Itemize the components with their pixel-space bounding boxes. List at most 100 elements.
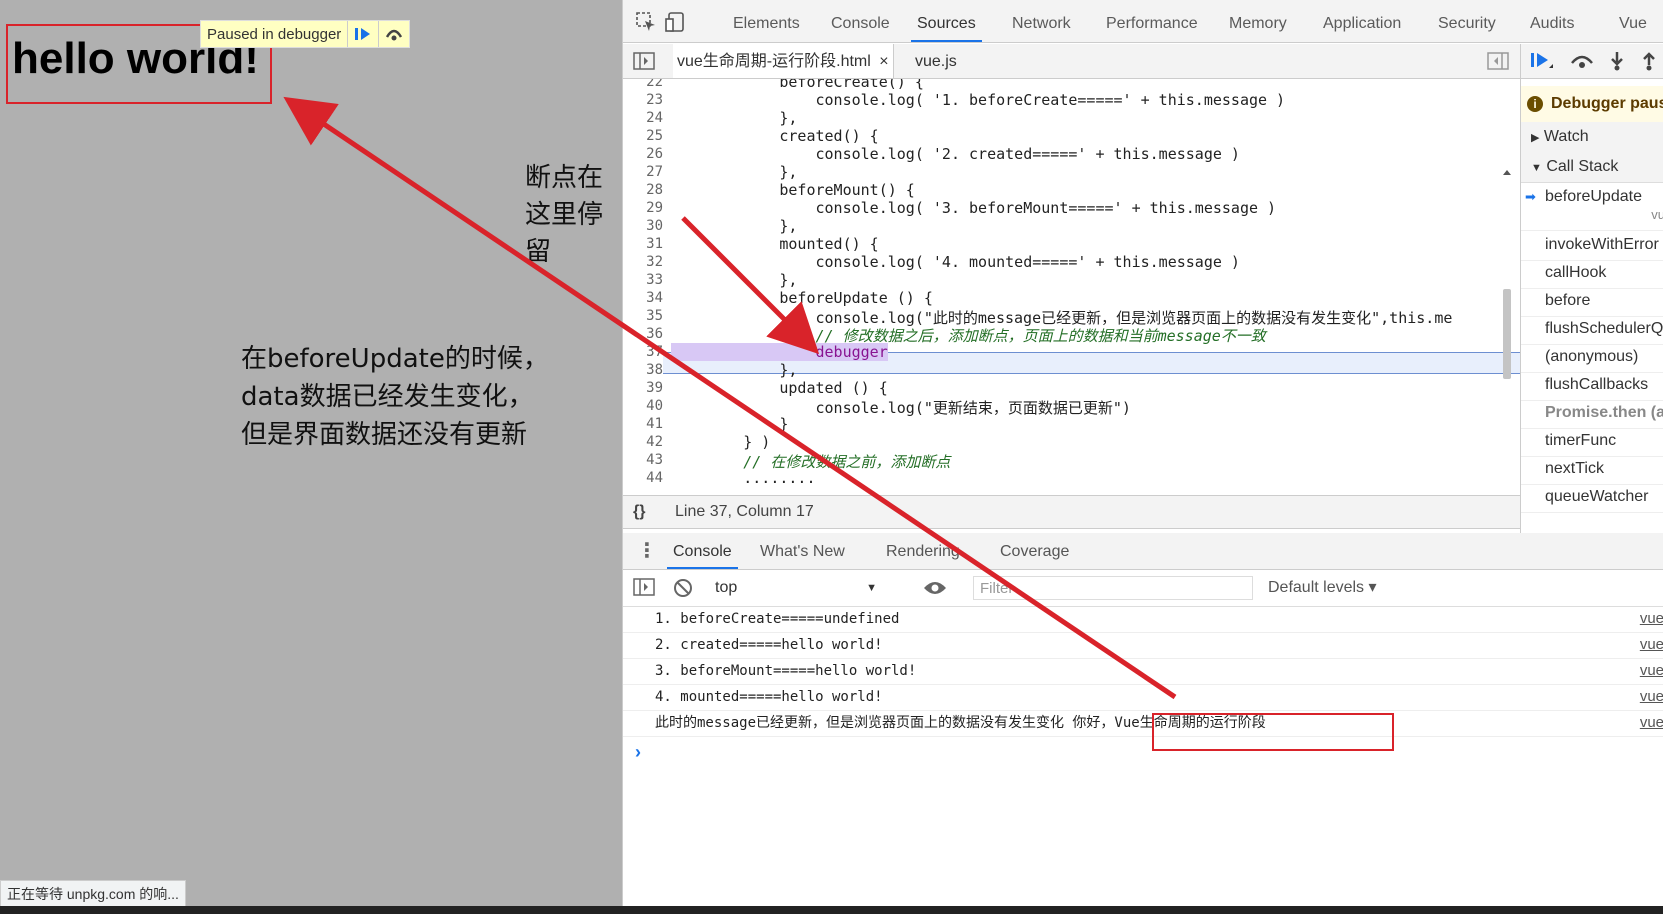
resume-button[interactable]	[347, 21, 378, 47]
line-number[interactable]: 43	[623, 452, 663, 468]
device-toolbar-icon[interactable]	[665, 11, 687, 33]
line-number[interactable]: 28	[623, 182, 663, 198]
line-number[interactable]: 40	[623, 398, 663, 414]
step-into-icon[interactable]	[1607, 51, 1627, 71]
line-number[interactable]: 39	[623, 380, 663, 396]
call-stack-frame[interactable]: timerFunc	[1521, 426, 1663, 457]
console-message-text: 2. created=====hello world!	[655, 637, 883, 653]
default-levels-dropdown[interactable]: Default levels ▾	[1268, 576, 1377, 600]
chevron-down-icon: ▼	[1531, 162, 1542, 174]
line-number[interactable]: 26	[623, 146, 663, 162]
console-source-link[interactable]: vue	[1640, 710, 1663, 736]
taskbar-strip	[0, 906, 1663, 914]
file-tab-vuejs[interactable]: vue.js	[915, 44, 957, 78]
tab-audits[interactable]: Audits	[1530, 0, 1574, 42]
console-source-link[interactable]: vue	[1640, 632, 1663, 658]
watch-section-header[interactable]: ▶ Watch	[1521, 122, 1663, 153]
tab-memory[interactable]: Memory	[1229, 0, 1287, 42]
toggle-debugger-icon[interactable]	[1487, 52, 1509, 70]
annotation-beforeupdate-note: 在beforeUpdate的时候， data数据已经发生变化， 但是界面数据还没…	[241, 340, 549, 454]
drawer-tab-coverage[interactable]: Coverage	[1000, 533, 1069, 569]
line-number[interactable]: 22	[623, 79, 663, 90]
frame-name: nextTick	[1545, 460, 1604, 477]
frame-name: beforeUpdate	[1545, 188, 1642, 205]
drawer-tab-console[interactable]: Console	[667, 533, 738, 569]
tab-elements[interactable]: Elements	[733, 0, 800, 42]
line-number[interactable]: 23	[623, 92, 663, 108]
line-number[interactable]: 42	[623, 434, 663, 450]
file-tab-html[interactable]: vue生命周期-运行阶段.html ×	[673, 44, 894, 78]
call-stack-frame[interactable]: before	[1521, 286, 1663, 317]
line-number[interactable]: 34	[623, 290, 663, 306]
line-number[interactable]: 30	[623, 218, 663, 234]
line-number[interactable]: 24	[623, 110, 663, 126]
live-expression-eye-icon[interactable]	[923, 580, 947, 596]
show-sidebar-icon[interactable]	[633, 578, 655, 596]
tab-console[interactable]: Console	[831, 0, 890, 42]
frame-name: flushCallbacks	[1545, 376, 1649, 393]
line-number[interactable]: 35	[623, 308, 663, 324]
line-number[interactable]: 25	[623, 128, 663, 144]
line-number[interactable]: 44	[623, 470, 663, 486]
resume-icon[interactable]	[1529, 51, 1555, 71]
console-toolbar: top ▼ Filter Default levels ▾	[623, 570, 1663, 607]
cursor-position: Line 37, Column 17	[675, 503, 814, 520]
tab-application[interactable]: Application	[1323, 0, 1401, 42]
console-filter-input[interactable]: Filter	[973, 576, 1253, 600]
close-tab-icon[interactable]: ×	[879, 53, 888, 70]
step-over-button[interactable]	[378, 21, 409, 47]
call-stack-frame[interactable]: callHook	[1521, 258, 1663, 289]
code-line: beforeMount() {	[671, 181, 915, 199]
call-stack-frame[interactable]: flushSchedulerQ	[1521, 314, 1663, 345]
line-number[interactable]: 36	[623, 326, 663, 342]
vertical-scrollbar[interactable]	[1500, 169, 1514, 493]
line-number[interactable]: 38	[623, 362, 663, 378]
debugger-toolbar	[1521, 44, 1663, 79]
step-over-icon[interactable]	[1569, 51, 1595, 71]
frame-name: flushSchedulerQ	[1545, 320, 1663, 337]
console-prompt-icon[interactable]: ›	[635, 742, 641, 763]
line-number[interactable]: 37	[623, 344, 663, 360]
frame-name: (anonymous)	[1545, 348, 1639, 365]
pretty-print-icon[interactable]: {}	[633, 496, 645, 528]
code-line: },	[671, 217, 798, 235]
tab-security[interactable]: Security	[1438, 0, 1496, 42]
code-line: },	[671, 271, 798, 289]
tab-performance[interactable]: Performance	[1106, 0, 1198, 42]
console-source-link[interactable]: vue	[1640, 684, 1663, 710]
frame-name: before	[1545, 292, 1591, 309]
line-number[interactable]: 41	[623, 416, 663, 432]
call-stack-frame-active[interactable]: ➡ vu beforeUpdate	[1521, 182, 1663, 231]
call-stack-frame[interactable]: (anonymous)	[1521, 342, 1663, 373]
console-source-link[interactable]: vue	[1640, 658, 1663, 684]
annotation-line: 但是界面数据还没有更新	[241, 420, 528, 450]
call-stack-frame[interactable]: nextTick	[1521, 454, 1663, 485]
code-line: },	[671, 361, 798, 379]
call-stack-section-header[interactable]: ▼ Call Stack	[1521, 152, 1663, 183]
console-message-row: 2. created=====hello world! vue	[623, 632, 1663, 659]
code-editor[interactable]: 22 beforeCreate() {23 console.log( '1. b…	[623, 79, 1520, 493]
devtools-panel: Elements Console Sources Network Perform…	[622, 0, 1663, 906]
toggle-navigator-icon[interactable]	[633, 52, 655, 70]
context-selector[interactable]: top ▼	[715, 576, 885, 600]
call-stack-frame[interactable]: invokeWithError	[1521, 230, 1663, 261]
clear-console-icon[interactable]	[673, 578, 693, 598]
line-number[interactable]: 29	[623, 200, 663, 216]
tab-network[interactable]: Network	[1012, 0, 1071, 42]
step-out-icon[interactable]	[1639, 51, 1659, 71]
tab-sources[interactable]: Sources	[911, 0, 982, 42]
call-stack-frame[interactable]: queueWatcher	[1521, 482, 1663, 513]
call-stack-frame[interactable]: flushCallbacks	[1521, 370, 1663, 401]
console-source-link[interactable]: vue	[1640, 606, 1663, 632]
drawer-tab-whats-new[interactable]: What's New	[760, 533, 845, 569]
console-message-row: 1. beforeCreate=====undefined vue	[623, 606, 1663, 633]
tab-vue[interactable]: Vue	[1619, 0, 1647, 42]
line-number[interactable]: 31	[623, 236, 663, 252]
line-number[interactable]: 33	[623, 272, 663, 288]
line-number[interactable]: 32	[623, 254, 663, 270]
inspect-element-icon[interactable]	[635, 11, 657, 33]
more-tabs-icon[interactable]: ⋮	[637, 533, 657, 569]
call-stack-frame[interactable]: Promise.then (a	[1521, 398, 1663, 429]
drawer-tab-rendering[interactable]: Rendering	[886, 533, 960, 569]
line-number[interactable]: 27	[623, 164, 663, 180]
